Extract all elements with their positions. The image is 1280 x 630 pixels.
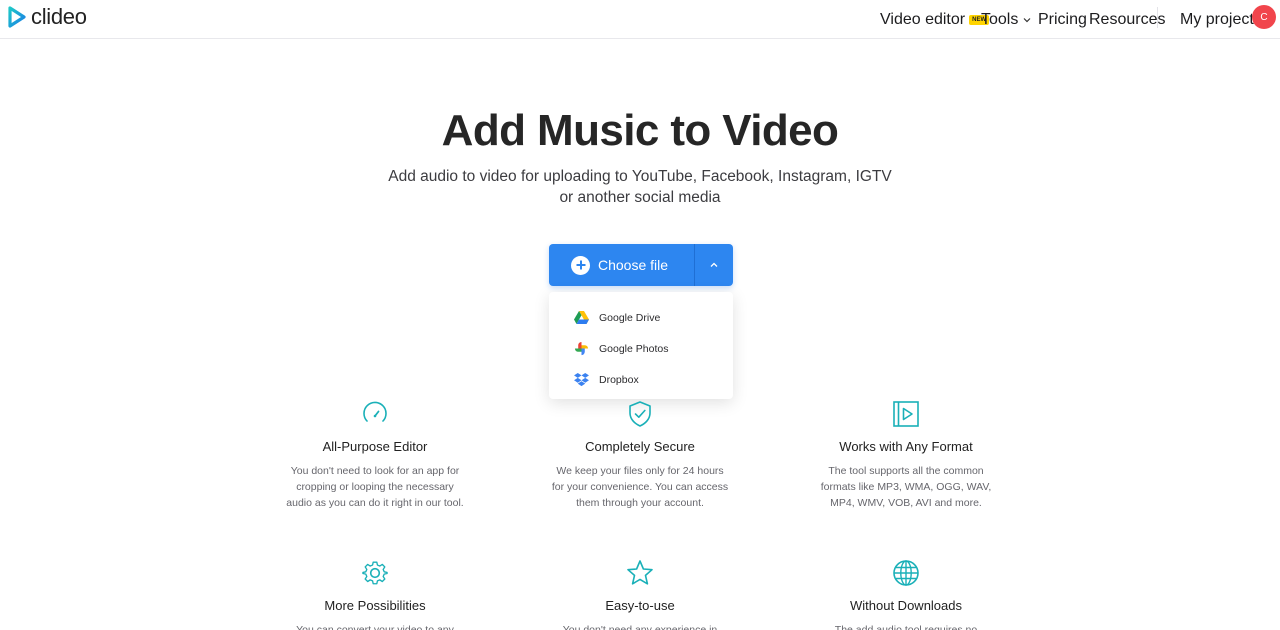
source-label: Google Drive [599, 311, 661, 324]
nav-my-projects-label: My projects [1180, 11, 1262, 28]
feature-description: You don't need to look for an app for cr… [245, 463, 505, 511]
feature-more-possibilities: More Possibilities You can convert your … [245, 559, 505, 630]
google-photos-icon [573, 341, 589, 357]
clideo-logo[interactable]: clideo [7, 6, 87, 28]
source-label: Google Photos [599, 342, 669, 355]
gear-icon [362, 561, 388, 585]
video-play-icon [893, 401, 919, 427]
source-google-photos[interactable]: Google Photos [549, 333, 733, 364]
choose-file-button[interactable]: Choose file [549, 244, 694, 286]
feature-easy-to-use: Easy-to-use You don't need any experienc… [510, 559, 770, 630]
feature-completely-secure: Completely Secure We keep your files onl… [510, 400, 770, 511]
feature-desc-line: The add audio tool requires no [834, 624, 978, 630]
star-icon [627, 560, 653, 585]
feature-description: The tool supports all the common formats… [776, 463, 1036, 511]
choose-file-label: Choose file [598, 257, 669, 273]
feature-title: All-Purpose Editor [322, 439, 428, 454]
nav-pricing[interactable]: Pricing [1038, 11, 1087, 29]
feature-description: The add audio tool requires no [776, 622, 1036, 630]
nav-tools-label: Tools [981, 11, 1019, 28]
feature-any-format: Works with Any Format The tool supports … [776, 400, 1036, 511]
feature-desc-line: cropping or looping the necessary [296, 481, 454, 493]
nav-divider [1157, 7, 1158, 28]
page-title: Add Music to Video [441, 106, 839, 155]
chevron-up-icon [710, 262, 718, 267]
upload-control: Choose file [549, 244, 733, 286]
subtitle-line-1: Add audio to video for uploading to YouT… [388, 168, 892, 185]
feature-description: You don't need any experience in [510, 622, 770, 630]
chevron-down-icon [1023, 18, 1031, 23]
page-subtitle: Add audio to video for uploading to YouT… [0, 166, 1280, 208]
feature-desc-line: MP4, WMV, VOB, AVI and more. [830, 497, 982, 509]
upload-sources-toggle[interactable] [694, 244, 733, 286]
feature-desc-line: them through your account. [576, 497, 704, 509]
feature-description: We keep your files only for 24 hours for… [510, 463, 770, 511]
feature-title: Works with Any Format [839, 439, 973, 454]
source-label: Dropbox [599, 373, 639, 386]
feature-without-downloads: Without Downloads The add audio tool req… [776, 559, 1036, 630]
subtitle-line-2: or another social media [559, 189, 721, 206]
nav-my-projects[interactable]: My projects [1180, 11, 1262, 29]
dropbox-icon [573, 372, 589, 388]
feature-desc-line: The tool supports all the common [828, 465, 984, 477]
nav-video-editor[interactable]: Video editor NEW [880, 11, 990, 29]
feature-desc-line: You don't need to look for an app for [290, 465, 460, 477]
nav-video-editor-label: Video editor [880, 11, 966, 28]
feature-title: Without Downloads [850, 598, 962, 613]
feature-all-purpose-editor: All-Purpose Editor You don't need to loo… [245, 400, 505, 511]
user-avatar[interactable]: C [1252, 5, 1276, 29]
feature-title: Easy-to-use [605, 598, 675, 613]
feature-desc-line: audio as you can do it right in our tool… [286, 497, 464, 509]
feature-title: Completely Secure [585, 439, 695, 454]
nav-tools[interactable]: Tools [981, 11, 1032, 29]
nav-resources-label: Resources [1089, 11, 1166, 28]
top-header: clideo Video editor NEW Tools Pricing Re… [0, 0, 1280, 39]
feature-desc-line: for your convenience. You can access [551, 481, 729, 493]
source-google-drive[interactable]: Google Drive [549, 302, 733, 333]
source-dropbox[interactable]: Dropbox [549, 364, 733, 395]
nav-resources[interactable]: Resources [1089, 11, 1165, 29]
feature-desc-line: You don't need any experience in [562, 624, 718, 630]
feature-desc-line: We keep your files only for 24 hours [556, 465, 724, 477]
plus-circle-icon [571, 255, 590, 275]
feature-title: More Possibilities [324, 598, 426, 613]
feature-desc-line: formats like MP3, WMA, OGG, WAV, [820, 481, 992, 493]
logo-text: clideo [31, 4, 87, 29]
logo-play-icon [8, 6, 26, 28]
globe-icon [893, 560, 919, 586]
feature-desc-line: You can convert your video to any [296, 624, 454, 630]
nav-pricing-label: Pricing [1038, 11, 1087, 28]
upload-sources-menu: Google Drive Google Photos Dropbox [549, 292, 733, 399]
google-drive-icon [573, 310, 589, 326]
feature-description: You can convert your video to any [245, 622, 505, 630]
speedometer-icon [363, 401, 387, 422]
shield-check-icon [629, 401, 651, 427]
